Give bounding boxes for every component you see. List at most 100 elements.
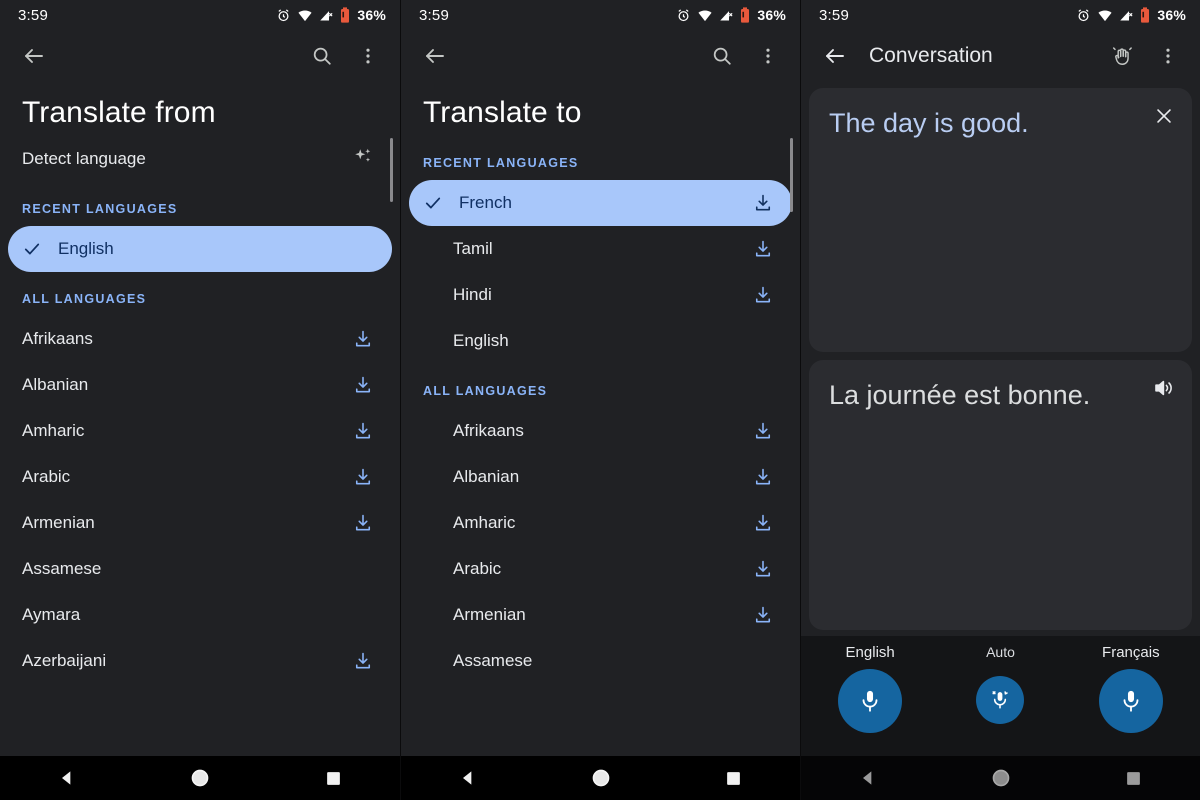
microphone-icon-target[interactable] — [1098, 669, 1163, 733]
nav-back-triangle-icon[interactable] — [438, 756, 498, 800]
scrollbar-1[interactable] — [390, 138, 393, 202]
language-name: Hindi — [453, 285, 492, 304]
language-row[interactable]: Albanian — [0, 362, 400, 408]
nav-bar-3 — [801, 756, 1200, 800]
microphone-icon-source[interactable] — [838, 669, 903, 733]
language-name: Azerbaijani — [22, 651, 107, 670]
language-row[interactable]: Assamese — [401, 638, 800, 684]
language-row[interactable]: Azerbaijani — [0, 638, 400, 684]
back-arrow-icon[interactable] — [14, 36, 54, 76]
recent-languages-list-2: French Tamil Hindi English — [401, 180, 800, 364]
search-icon[interactable] — [302, 36, 342, 76]
back-arrow-icon[interactable] — [415, 36, 455, 76]
download-icon[interactable] — [352, 328, 374, 350]
mic-control-auto[interactable]: Auto — [976, 644, 1025, 724]
language-name: Tamil — [453, 239, 493, 258]
download-icon[interactable] — [752, 192, 774, 214]
download-icon[interactable] — [752, 512, 774, 534]
status-icons: 36% — [276, 7, 386, 23]
battery-percent: 36% — [357, 7, 386, 23]
status-time: 3:59 — [419, 6, 449, 24]
close-icon[interactable] — [1150, 102, 1178, 130]
nav-back-triangle-icon[interactable] — [37, 756, 97, 800]
back-arrow-icon[interactable] — [815, 36, 855, 76]
language-name: Arabic — [22, 467, 71, 486]
language-row[interactable]: Afrikaans — [0, 316, 400, 362]
status-bar-1: 3:59 36% — [0, 0, 400, 30]
target-text-bubble[interactable]: La journée est bonne. — [809, 360, 1192, 630]
download-icon[interactable] — [352, 466, 374, 488]
search-icon[interactable] — [702, 36, 742, 76]
language-name: Armenian — [22, 513, 95, 532]
language-name: Afrikaans — [22, 329, 93, 348]
download-icon[interactable] — [352, 420, 374, 442]
language-row[interactable]: Armenian — [401, 592, 800, 638]
language-row-french-selected[interactable]: French — [409, 180, 792, 226]
language-row-english-selected[interactable]: English — [8, 226, 392, 272]
scrollbar-2[interactable] — [790, 138, 793, 212]
nav-home-circle-icon[interactable] — [571, 756, 631, 800]
language-row[interactable]: Tamil — [401, 226, 800, 272]
mic-control-target[interactable]: Français — [1098, 644, 1163, 733]
more-vertical-icon[interactable] — [348, 36, 388, 76]
source-text-bubble[interactable]: The day is good. — [809, 88, 1192, 352]
page-title-3: Conversation — [869, 44, 993, 67]
detect-language-row[interactable]: Detect language — [0, 136, 400, 182]
download-icon[interactable] — [752, 558, 774, 580]
panel1-scroll-body[interactable]: Translate from Detect language RECENT LA… — [0, 82, 400, 756]
language-row[interactable]: Armenian — [0, 500, 400, 546]
language-row[interactable]: Aymara — [0, 592, 400, 638]
detect-language-label: Detect language — [22, 149, 146, 168]
language-row[interactable]: Afrikaans — [401, 408, 800, 454]
mic-control-source[interactable]: English — [838, 644, 903, 733]
nav-recents-square-icon[interactable] — [1104, 756, 1164, 800]
download-icon[interactable] — [352, 512, 374, 534]
microphone-auto-icon[interactable] — [976, 676, 1025, 724]
all-languages-header-1: ALL LANGUAGES — [22, 292, 147, 306]
download-icon[interactable] — [752, 284, 774, 306]
mic-label-auto: Auto — [986, 644, 1015, 660]
download-icon[interactable] — [752, 604, 774, 626]
more-vertical-icon[interactable] — [748, 36, 788, 76]
download-icon[interactable] — [752, 466, 774, 488]
language-row[interactable]: Amharic — [401, 500, 800, 546]
nav-back-triangle-icon[interactable] — [838, 756, 898, 800]
check-icon — [22, 239, 58, 259]
language-row[interactable]: Arabic — [401, 546, 800, 592]
language-row[interactable]: Albanian — [401, 454, 800, 500]
language-name: Afrikaans — [453, 421, 524, 440]
nav-recents-square-icon[interactable] — [704, 756, 764, 800]
language-row[interactable]: Hindi — [401, 272, 800, 318]
status-bar-2: 3:59 36% — [401, 0, 800, 30]
nav-home-circle-icon[interactable] — [971, 756, 1031, 800]
nav-recents-square-icon[interactable] — [303, 756, 363, 800]
status-bar-3: 3:59 36% — [801, 0, 1200, 30]
more-vertical-icon[interactable] — [1148, 36, 1188, 76]
recent-languages-header-2: RECENT LANGUAGES — [423, 156, 579, 170]
language-name: Amharic — [453, 513, 516, 532]
battery-percent: 36% — [757, 7, 786, 23]
source-text: The day is good. — [829, 108, 1029, 138]
language-name: Arabic — [453, 559, 502, 578]
mic-label-target: Français — [1102, 644, 1160, 661]
waving-hand-icon[interactable] — [1102, 36, 1142, 76]
panel2-scroll-body[interactable]: Translate to RECENT LANGUAGES French Tam… — [401, 82, 800, 756]
download-icon[interactable] — [752, 238, 774, 260]
language-row[interactable]: Assamese — [0, 546, 400, 592]
download-icon[interactable] — [752, 420, 774, 442]
nav-home-circle-icon[interactable] — [170, 756, 230, 800]
status-time: 3:59 — [819, 6, 849, 24]
download-icon[interactable] — [352, 374, 374, 396]
conversation-body: The day is good. La journée est bonne. — [801, 82, 1200, 636]
language-row[interactable]: Arabic — [0, 454, 400, 500]
download-icon[interactable] — [352, 650, 374, 672]
language-name: Albanian — [22, 375, 89, 394]
language-row[interactable]: English — [401, 318, 800, 364]
signal-off-icon — [719, 8, 734, 23]
nav-bar-1 — [0, 756, 400, 800]
nav-bar-2 — [401, 756, 800, 800]
speaker-icon[interactable] — [1150, 374, 1178, 402]
language-row[interactable]: Amharic — [0, 408, 400, 454]
page-title-2: Translate to — [423, 96, 582, 129]
language-name: English — [58, 239, 114, 258]
